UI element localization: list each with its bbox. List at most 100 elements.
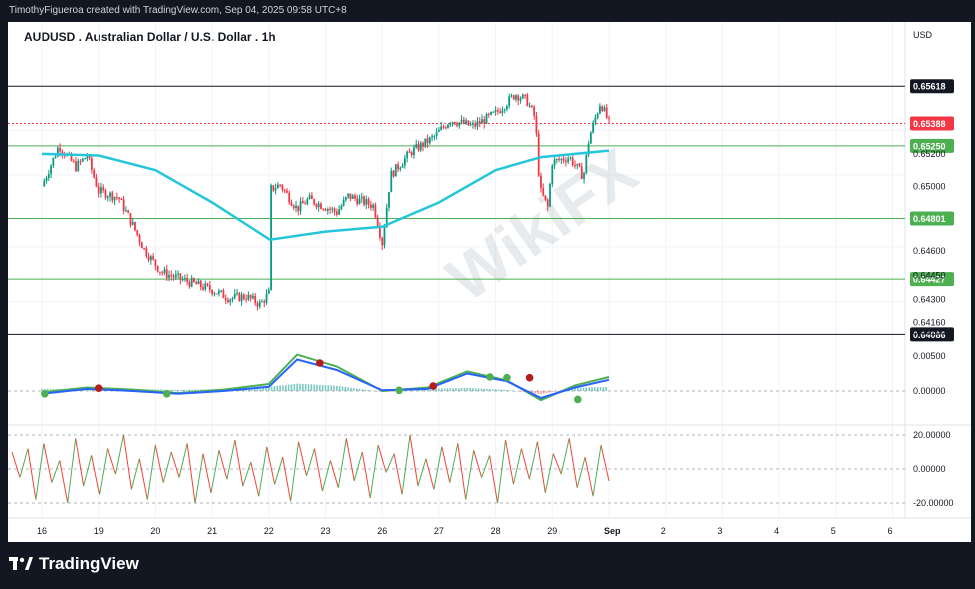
candle-body	[503, 109, 506, 111]
candle-body	[288, 192, 291, 203]
macd-histogram-bar	[372, 390, 375, 392]
oscillator-segment	[489, 455, 499, 504]
macd-histogram-bar	[494, 389, 497, 391]
y-tick-label: 0.64100	[913, 327, 946, 337]
x-tick-label: 16	[37, 526, 47, 536]
oscillator-segment	[107, 448, 116, 475]
chart-canvas[interactable]: WikiFX0.656180.653880.652500.648010.6442…	[0, 0, 975, 589]
tradingview-logo[interactable]: TradingView	[9, 554, 139, 574]
macd-histogram-bar	[474, 388, 477, 391]
candle-body	[161, 272, 164, 274]
candle-body	[159, 271, 161, 273]
candle-body	[442, 126, 445, 128]
candle-body	[431, 136, 433, 138]
candle-body	[458, 122, 461, 126]
macd-histogram-bar	[299, 383, 301, 391]
macd-histogram-bar	[353, 388, 355, 391]
macd-histogram-bar	[514, 391, 517, 392]
macd-histogram-bar	[545, 391, 548, 394]
candle-body	[331, 208, 334, 210]
candle-body	[369, 204, 372, 208]
candle-body	[138, 234, 141, 243]
macd-histogram-bar	[191, 389, 194, 391]
candle-body	[306, 198, 309, 205]
candle-body	[245, 298, 248, 300]
macd-histogram-bar	[276, 385, 279, 391]
oscillator-segment	[449, 443, 459, 483]
oscillator-segment	[481, 455, 491, 478]
candle-body	[417, 144, 420, 151]
candle-body	[304, 203, 306, 205]
candle-body	[379, 227, 381, 238]
candle-body	[97, 186, 100, 194]
candle-body	[72, 160, 75, 162]
macd-histogram-bar	[511, 390, 514, 392]
macd-histogram-bar	[180, 389, 182, 391]
candle-body	[59, 147, 62, 152]
macd-histogram-bar	[324, 385, 327, 391]
oscillator-segment	[369, 445, 379, 498]
candle-body	[297, 205, 300, 212]
x-tick-label: 2	[661, 526, 666, 536]
macd-histogram-bar	[452, 388, 454, 391]
candle-body	[335, 211, 338, 215]
candle-body	[487, 113, 490, 115]
candle-body	[501, 110, 504, 113]
oscillator-segment	[146, 445, 156, 500]
oscillator-segment	[154, 445, 164, 483]
candle-body	[254, 295, 257, 304]
macd-histogram-bar	[46, 388, 49, 391]
candle-body	[492, 111, 495, 113]
oscillator-segment	[313, 448, 323, 492]
candle-body	[170, 274, 173, 277]
candle-body	[188, 281, 191, 287]
candle-body	[422, 142, 424, 147]
candle-body	[172, 276, 175, 278]
macd-histogram-bar	[551, 391, 554, 393]
macd-histogram-bar	[174, 389, 177, 391]
oscillator-segment	[568, 438, 578, 488]
macd-histogram-bar	[347, 387, 349, 391]
candle-body	[179, 273, 182, 280]
candle-body	[333, 208, 336, 212]
candle-body	[517, 95, 520, 101]
candle-body	[261, 301, 263, 303]
candle-body	[267, 289, 270, 294]
macd-histogram-bar	[469, 388, 471, 391]
oscillator-segment	[170, 451, 180, 478]
candle-body	[81, 158, 84, 162]
macd-histogram-bar	[537, 391, 539, 394]
candle-body	[381, 237, 384, 246]
oscillator-segment	[234, 440, 244, 487]
candle-body	[510, 95, 513, 97]
candle-body	[481, 119, 483, 124]
macd-histogram-bar	[588, 387, 590, 391]
oscillator-segment	[266, 446, 276, 485]
watermark: WikiFX	[434, 134, 650, 315]
oscillator-segment	[576, 456, 586, 488]
macd-histogram-bar	[594, 387, 596, 391]
candle-body	[299, 201, 302, 212]
candle-body	[376, 217, 379, 228]
macd-histogram-bar	[497, 389, 500, 391]
candle-body	[84, 158, 86, 160]
macd-histogram-bar	[290, 384, 293, 391]
candle-body	[149, 256, 152, 261]
oscillator-segment	[27, 448, 37, 500]
candle-body	[93, 169, 96, 178]
macd-histogram-bar	[457, 388, 460, 391]
macd-histogram-bar	[534, 391, 537, 394]
x-tick-label: 6	[888, 526, 893, 536]
candle-body	[403, 158, 406, 166]
macd-histogram-bar	[483, 388, 486, 391]
y-tick-label: 0.65000	[913, 181, 946, 191]
oscillator-segment	[600, 445, 610, 482]
macd-cross-dot	[574, 395, 582, 404]
candle-body	[558, 158, 561, 161]
macd-cross-dot	[94, 384, 103, 393]
candle-body	[406, 151, 409, 159]
candle-body	[272, 185, 275, 191]
oscillator-segment	[353, 451, 363, 482]
candle-body	[281, 185, 284, 190]
candle-body	[594, 117, 597, 123]
